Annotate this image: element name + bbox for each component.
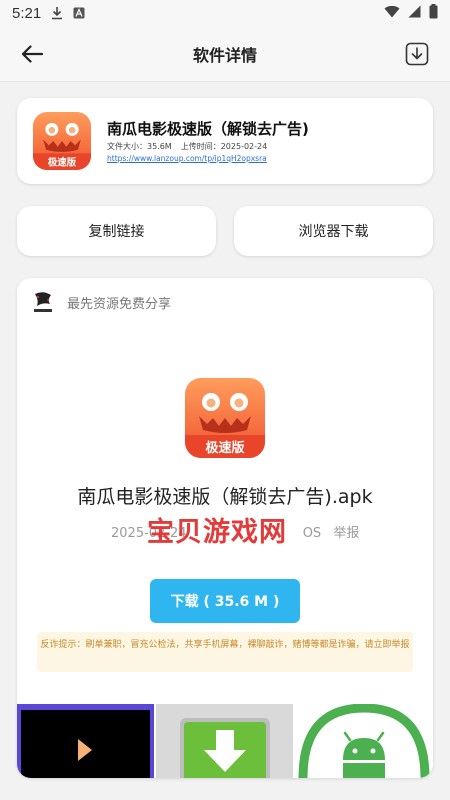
brand-text: 最先资源免费分享: [67, 296, 172, 312]
file-platform: OS: [302, 526, 322, 541]
download-manager-button[interactable]: [404, 41, 430, 67]
screenshot-thumb[interactable]: [156, 704, 293, 778]
icon-badge-text: 极速版: [48, 157, 77, 169]
browser-download-button[interactable]: 浏览器下载: [234, 206, 433, 256]
cellular-signal-icon: [408, 5, 421, 22]
large-app-icon: 极速版: [185, 378, 265, 458]
download-arrow-icon: [180, 718, 270, 778]
report-link[interactable]: 举报: [333, 526, 359, 541]
wifi-icon: [384, 5, 400, 22]
page-title: 软件详情: [192, 45, 257, 65]
copy-link-button[interactable]: 复制链接: [17, 206, 216, 256]
android-icon: [298, 704, 430, 778]
screenshot-thumb[interactable]: [295, 704, 433, 778]
file-size-label: 文件大小：35.6M: [107, 142, 172, 151]
download-link[interactable]: https://www.lanzoup.com/tp/ip1qH2opxsra: [107, 154, 267, 163]
anti-fraud-warning: 反诈提示：刷单兼职，冒充公检法，共享手机屏幕，裸聊敲诈，赌博等都是诈骗，请立即举…: [37, 632, 413, 672]
play-icon: [78, 739, 92, 761]
download-button[interactable]: 下载 ( 35.6 M ): [150, 579, 300, 623]
screenshot-strip: [17, 704, 433, 778]
brand-logo: [29, 288, 57, 316]
font-status-icon: [73, 7, 85, 19]
back-button[interactable]: [18, 40, 46, 68]
app-icon: 极速版: [33, 112, 91, 170]
app-info-card: 极速版 南瓜电影极速版（解锁去广告) 文件大小：35.6M 上传时间：2025-0…: [17, 98, 433, 184]
brand-row: 最先资源免费分享: [29, 288, 171, 316]
download-status-icon: [51, 6, 63, 20]
status-bar: 5:21: [0, 0, 450, 26]
upload-time-label: 上传时间：2025-02-24: [180, 142, 268, 151]
status-time: 5:21: [12, 4, 42, 22]
app-name: 南瓜电影极速版（解锁去广告): [107, 120, 309, 138]
watermark-text: 宝贝游戏网: [147, 517, 287, 548]
file-name: 南瓜电影极速版（解锁去广告).apk: [77, 486, 373, 508]
battery-icon: [429, 3, 438, 23]
screenshot-thumb[interactable]: [17, 704, 154, 778]
arrow-left-icon: [21, 45, 43, 63]
large-icon-badge-text: 极速版: [205, 440, 244, 456]
share-card: 最先资源免费分享 极速版 南瓜电影极速版（解锁去广告).apk 2025-02-…: [17, 278, 433, 778]
app-bar: 软件详情: [0, 26, 450, 82]
download-box-icon: [405, 42, 429, 66]
app-meta: 文件大小：35.6M 上传时间：2025-02-24: [107, 141, 267, 152]
